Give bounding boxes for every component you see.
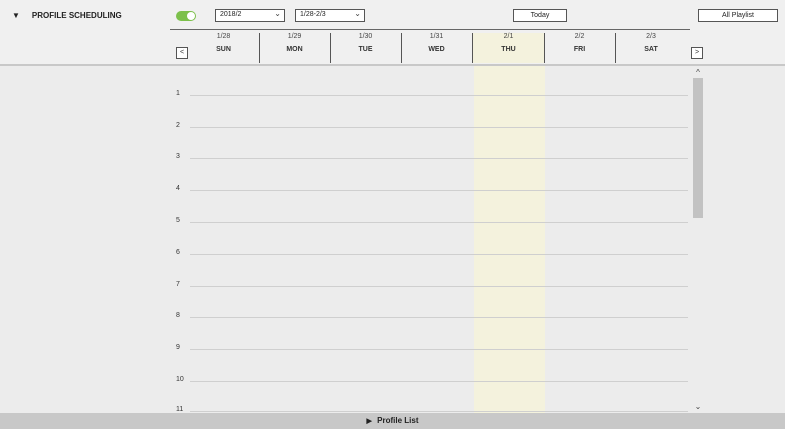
collapse-arrow-icon[interactable]: ▼ (12, 11, 20, 20)
toggle-knob (187, 12, 195, 20)
prev-week-button[interactable]: < (176, 47, 188, 59)
day-header-sun: 1/28 SUN (188, 33, 260, 63)
month-select-value: 2018/2 (220, 11, 242, 18)
hour-gridline (190, 222, 688, 223)
hour-gridline (190, 158, 688, 159)
hour-row: 5 (176, 217, 688, 224)
hour-gridline (190, 286, 688, 287)
day-header-thu: 2/1 THU (473, 33, 545, 63)
hour-label: 5 (176, 217, 180, 224)
hour-row: 2 (176, 122, 688, 129)
hour-label: 3 (176, 153, 180, 160)
chevron-down-icon: ⌄ (274, 9, 281, 18)
day-of-week: SAT (644, 46, 658, 53)
hour-row: 8 (176, 312, 688, 319)
day-of-week: WED (428, 46, 445, 53)
grid-scrollbar[interactable]: ^ ⌄ (692, 66, 704, 413)
hour-gridline (190, 127, 688, 128)
hour-row: 1 (176, 90, 688, 97)
day-header-sat: 2/3 SAT (615, 33, 687, 63)
day-date: 2/1 (503, 33, 514, 40)
hour-label: 11 (176, 406, 184, 413)
today-button[interactable]: Today (513, 9, 567, 22)
hour-gridline (190, 95, 688, 96)
hour-row: 4 (176, 185, 688, 192)
day-date: 1/28 (216, 33, 231, 40)
next-week-button[interactable]: > (691, 47, 703, 59)
profile-list-label: Profile List (377, 416, 419, 425)
play-triangle-icon: ▶ (366, 418, 372, 425)
hour-label: 2 (176, 122, 180, 129)
day-header-divider (170, 29, 690, 30)
month-select[interactable]: 2018/2 ⌄ (215, 9, 285, 22)
hour-label: 4 (176, 185, 180, 192)
hour-label: 8 (176, 312, 180, 319)
hour-gridline (190, 381, 688, 382)
hour-gridline (190, 254, 688, 255)
day-date: 2/2 (574, 33, 585, 40)
hour-row: 6 (176, 249, 688, 256)
scroll-up-icon[interactable]: ^ (692, 68, 704, 77)
schedule-header: ▼ PROFILE SCHEDULING 2018/2 ⌄ 1/28-2/3 ⌄… (0, 0, 785, 66)
chevron-down-icon: ⌄ (354, 9, 361, 18)
scroll-down-icon[interactable]: ⌄ (692, 402, 704, 411)
profile-list-toggle[interactable]: ▶ Profile List (0, 413, 785, 429)
day-header-mon: 1/29 MON (259, 33, 331, 63)
hour-row: 11 (176, 406, 688, 413)
today-column-highlight (474, 66, 545, 413)
hour-label: 6 (176, 249, 180, 256)
hour-label: 7 (176, 281, 180, 288)
day-of-week: MON (286, 46, 303, 53)
all-playlist-button[interactable]: All Playlist (698, 9, 778, 22)
day-header-fri: 2/2 FRI (544, 33, 616, 63)
scheduling-toggle[interactable] (176, 11, 196, 21)
hour-gridline (190, 317, 688, 318)
day-date: 2/3 (646, 33, 656, 40)
day-of-week: FRI (573, 46, 586, 53)
section-title-label: PROFILE SCHEDULING (31, 11, 122, 20)
day-header-wed: 1/31 WED (401, 33, 473, 63)
day-date: 1/31 (429, 33, 444, 40)
week-select-value: 1/28-2/3 (300, 11, 326, 18)
day-date: 1/29 (287, 33, 302, 40)
day-of-week: THU (501, 46, 516, 53)
day-of-week: SUN (216, 46, 231, 53)
hour-row: 10 (176, 376, 688, 383)
hour-gridline (190, 349, 688, 350)
hour-row: 3 (176, 153, 688, 160)
hour-gridline (190, 190, 688, 191)
day-header-tue: 1/30 TUE (330, 33, 402, 63)
section-title[interactable]: ▼ PROFILE SCHEDULING (12, 11, 122, 20)
day-of-week: TUE (358, 46, 373, 53)
hour-label: 1 (176, 90, 180, 97)
hour-row: 7 (176, 281, 688, 288)
hour-label: 9 (176, 344, 180, 351)
scrollbar-thumb[interactable] (693, 78, 703, 218)
hour-gridline (190, 411, 688, 412)
hour-label: 10 (176, 376, 184, 383)
schedule-grid[interactable]: 1 2 3 4 5 6 7 8 9 10 11 (0, 66, 785, 413)
day-date: 1/30 (358, 33, 373, 40)
hour-row: 9 (176, 344, 688, 351)
week-select[interactable]: 1/28-2/3 ⌄ (295, 9, 365, 22)
